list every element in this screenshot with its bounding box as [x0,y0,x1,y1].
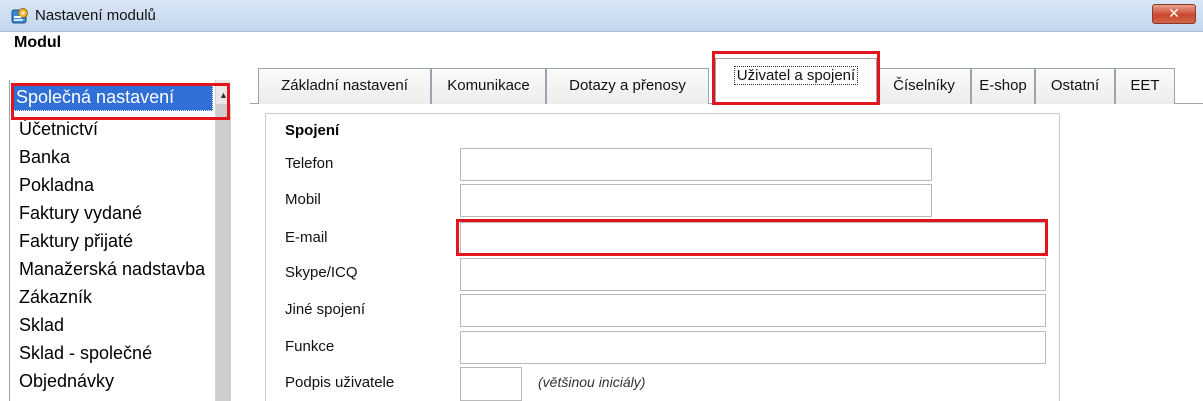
settings-app-icon [11,8,28,24]
tab-zakladni-nastaveni[interactable]: Základní nastavení [258,68,431,104]
tab-eet[interactable]: EET [1115,68,1175,104]
module-item-zakaznik[interactable]: Zákazník [19,287,92,308]
tab-ciselniky[interactable]: Číselníky [877,68,971,104]
module-item-faktury-prijate[interactable]: Faktury přijaté [19,231,133,252]
podpis-uzivatele-label: Podpis uživatele [285,374,395,391]
module-item-sklad-spolecne[interactable]: Sklad - společné [19,343,152,364]
tab-dotazy-a-prenosy[interactable]: Dotazy a přenosy [546,68,709,104]
module-item-manazerska-nadstavba[interactable]: Manažerská nadstavba [19,259,215,280]
close-button[interactable]: ✕ [1152,4,1196,24]
module-item-pokladna[interactable]: Pokladna [19,175,94,196]
module-item-sklad[interactable]: Sklad [19,315,64,336]
jine-spojeni-field[interactable] [460,294,1046,327]
skype-icq-field[interactable] [460,258,1046,291]
module-item-ucetnictvi[interactable]: Účetnictví [19,119,98,140]
tab-e-shop[interactable]: E-shop [971,68,1035,104]
module-item-objednavky[interactable]: Objednávky [19,371,114,401]
module-item-banka[interactable]: Banka [19,147,70,168]
highlight-selected-module [11,83,230,120]
mobil-field[interactable] [460,184,932,217]
mobil-label: Mobil [285,191,321,208]
telefon-label: Telefon [285,155,334,172]
telefon-field[interactable] [460,148,932,181]
highlight-active-tab [712,51,880,105]
tab-komunikace[interactable]: Komunikace [431,68,546,104]
module-item-faktury-vydane[interactable]: Faktury vydané [19,203,142,224]
section-title-spojeni: Spojení [285,122,340,139]
tab-ostatni[interactable]: Ostatní [1035,68,1115,104]
podpis-uzivatele-field[interactable] [460,367,522,401]
window-title: Nastavení modulů [35,7,156,24]
scrollbar-thumb[interactable] [216,104,231,401]
funkce-label: Funkce [285,338,335,355]
module-list-heading: Modul [14,34,62,51]
skype-icq-label: Skype/ICQ [285,264,358,281]
signature-hint: (většinou iniciály) [538,374,646,390]
jine-spojeni-label: Jiné spojení [285,301,366,318]
email-label: E-mail [285,229,328,246]
highlight-email-field [456,219,1048,256]
module-list-scrollbar[interactable]: ▲ [215,80,231,401]
module-list[interactable]: Společná nastavení Účetnictví Banka Pokl… [9,80,246,401]
funkce-field[interactable] [460,331,1046,364]
window-titlebar: Nastavení modulů ✕ [0,0,1203,32]
